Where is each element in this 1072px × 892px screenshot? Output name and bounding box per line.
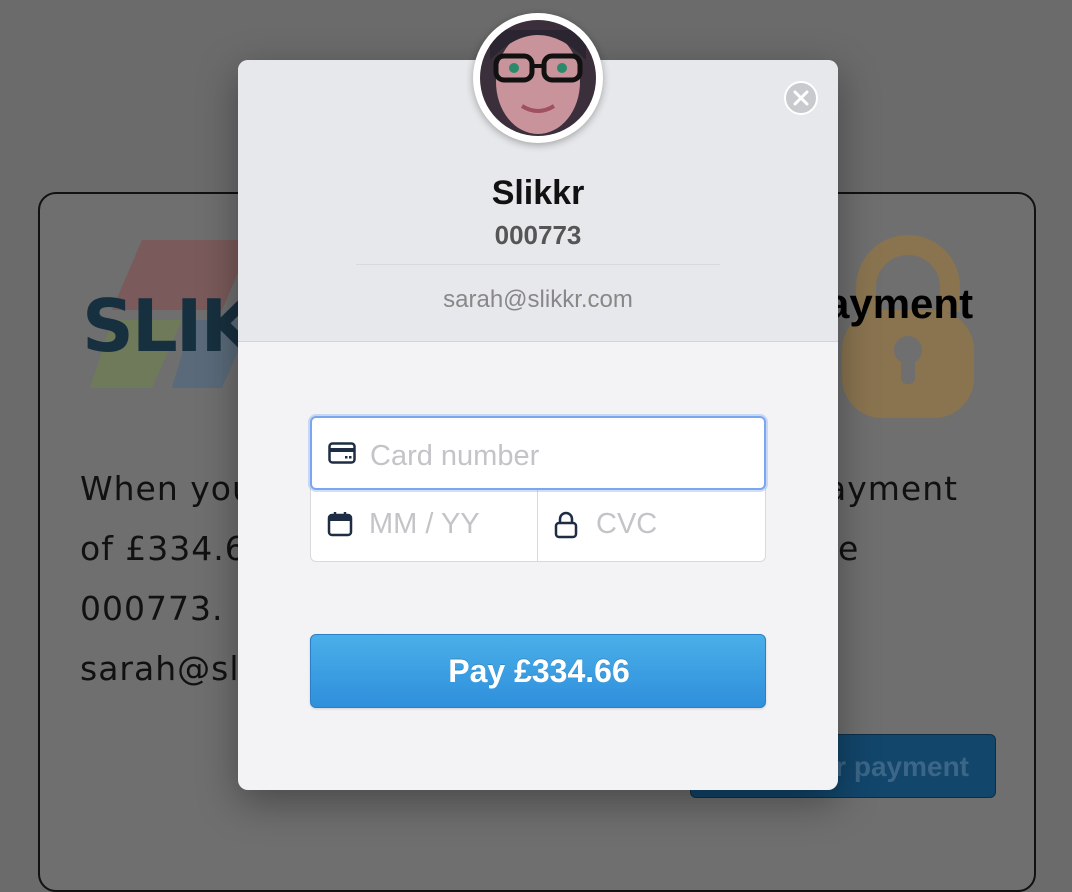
background-text-line: sarah@sl [80,649,240,688]
customer-email: sarah@slikkr.com [443,286,633,313]
credit-card-icon [328,442,356,464]
order-reference: 000773 [494,220,582,250]
cvc-placeholder: CVC [596,508,658,540]
background-button-label: r payment [835,751,969,782]
pay-button-label: Pay £334.66 [448,653,630,689]
pay-button[interactable]: Pay £334.66 [310,634,766,708]
card-number-placeholder: Card number [370,440,540,472]
checkout-modal: Slikkr 000773 sarah@slikkr.com Card numb… [238,60,838,790]
background-heading: ayment [826,280,974,327]
expiry-placeholder: MM / YY [369,508,480,540]
background-text-line: 000773. [80,589,224,628]
logo-text: SLIK [82,284,256,368]
background-text-line: of £334.6 [80,529,247,568]
card-details-group: Card number MM / YY CVC [310,416,766,562]
card-number-input[interactable]: Card number [310,416,766,490]
close-button[interactable] [784,81,818,115]
background-text-line: e [838,529,860,568]
close-icon [793,90,809,106]
background-text-line: ayment [826,469,959,508]
header-divider [356,264,720,265]
merchant-name: Slikkr [491,174,585,212]
avatar-photo [480,20,596,136]
background-logo: SLIK [82,240,262,390]
expiry-date-input[interactable]: MM / YY [310,488,538,562]
calendar-icon [327,512,353,537]
merchant-avatar [473,13,603,143]
background-text-line: When you [80,469,254,508]
cvc-input[interactable]: CVC [537,488,766,562]
lock-icon [554,511,578,539]
